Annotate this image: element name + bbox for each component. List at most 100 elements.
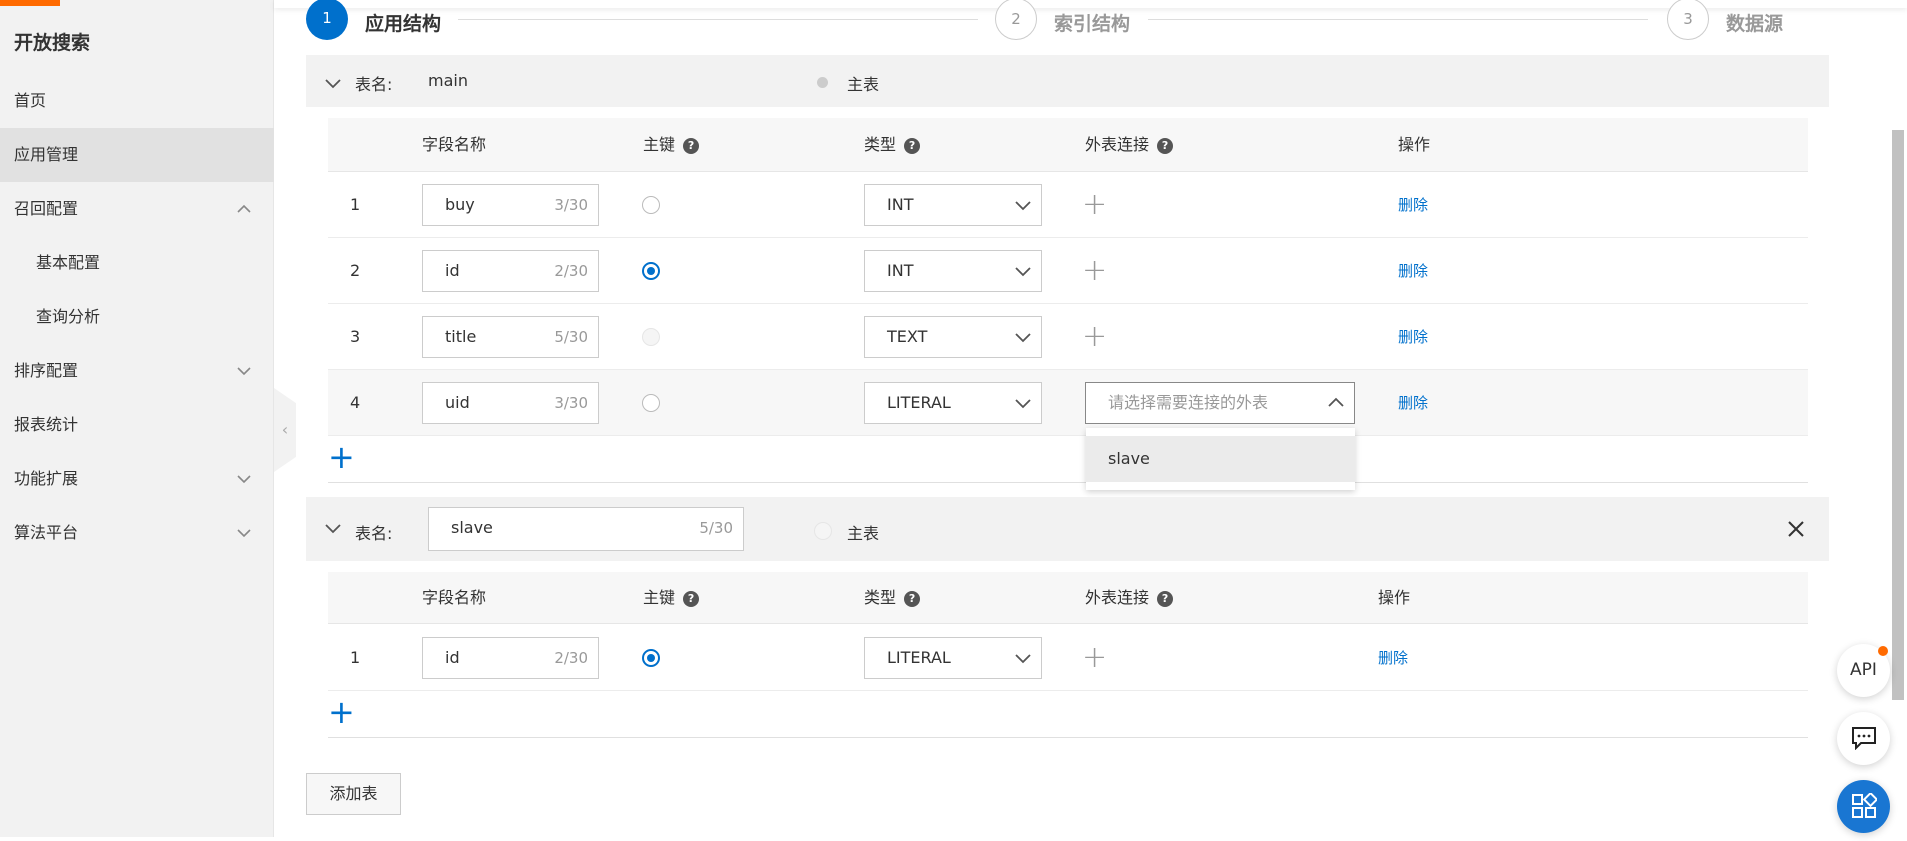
primary-key-radio[interactable] — [642, 649, 660, 667]
nav-reports[interactable]: 报表统计 — [0, 398, 274, 452]
col-foreign-link: 外表连接? — [1085, 572, 1174, 624]
col-primary-key: 主键? — [643, 118, 700, 172]
nav-label: 算法平台 — [14, 523, 79, 542]
field-name-input[interactable]: uid 3/30 — [422, 382, 599, 424]
type-select[interactable]: INT — [864, 250, 1042, 292]
col-label: 类型 — [864, 135, 897, 154]
field-name-input[interactable]: id 2/30 — [422, 250, 599, 292]
type-value: LITERAL — [887, 648, 951, 667]
add-field-row: + — [328, 692, 1808, 738]
char-count: 2/30 — [554, 649, 588, 667]
nav-query-analysis[interactable]: 查询分析 — [0, 290, 274, 344]
apps-grid-icon — [1851, 791, 1878, 818]
primary-table-label: 主表 — [847, 75, 880, 94]
step-2-label: 索引结构 — [1054, 13, 1131, 35]
chat-button[interactable] — [1837, 712, 1890, 765]
chevron-down-icon — [237, 529, 251, 538]
delete-link[interactable]: 删除 — [1398, 370, 1428, 436]
row-number: 3 — [350, 327, 361, 346]
help-icon[interactable]: ? — [1157, 590, 1174, 607]
dropdown-option-slave[interactable]: slave — [1086, 436, 1355, 482]
nav-label: 功能扩展 — [14, 469, 79, 488]
nav-label: 召回配置 — [14, 199, 79, 218]
field-name-input[interactable]: title 5/30 — [422, 316, 599, 358]
type-select[interactable]: LITERAL — [864, 382, 1042, 424]
chevron-down-icon — [1015, 399, 1031, 409]
field-name-input[interactable]: buy 3/30 — [422, 184, 599, 226]
main-table-header — [306, 55, 1829, 107]
col-operation: 操作 — [1398, 135, 1431, 154]
apps-button[interactable] — [1837, 780, 1890, 833]
col-label: 外表连接 — [1085, 135, 1150, 154]
type-select[interactable]: INT — [864, 184, 1042, 226]
type-value: INT — [887, 261, 914, 280]
top-shadow — [274, 0, 1907, 8]
add-table-button[interactable]: 添加表 — [306, 773, 401, 815]
primary-table-radio[interactable] — [817, 77, 828, 88]
main-table-name: main — [428, 71, 468, 90]
col-type: 类型? — [864, 118, 921, 172]
delete-link[interactable]: 删除 — [1398, 238, 1428, 304]
primary-table-label: 主表 — [847, 524, 880, 543]
table-row: 4 uid 3/30 LITERAL 删除 — [328, 370, 1808, 436]
col-operation: 操作 — [1378, 588, 1411, 607]
add-foreign-link-icon[interactable]: + — [1082, 643, 1107, 673]
type-value: LITERAL — [887, 393, 951, 412]
primary-key-radio[interactable] — [642, 328, 660, 346]
chevron-down-icon — [1015, 654, 1031, 664]
add-foreign-link-icon[interactable]: + — [1082, 322, 1107, 352]
field-value: uid — [445, 393, 470, 412]
help-icon[interactable]: ? — [904, 590, 921, 607]
nav-sort-config[interactable]: 排序配置 — [0, 344, 274, 398]
col-label: 主键 — [643, 135, 676, 154]
close-icon[interactable] — [1785, 518, 1807, 540]
api-button[interactable]: API — [1837, 644, 1890, 697]
primary-key-radio[interactable] — [642, 262, 660, 280]
sidebar-collapse-handle[interactable]: ‹ — [274, 388, 296, 472]
chevron-down-icon[interactable] — [324, 522, 342, 536]
nav-recall-config[interactable]: 召回配置 — [0, 182, 274, 236]
field-name-input[interactable]: id 2/30 — [422, 637, 599, 679]
add-field-icon[interactable]: + — [328, 441, 355, 473]
table-name-input[interactable]: slave 5/30 — [428, 507, 744, 551]
nav-algorithm-platform[interactable]: 算法平台 — [0, 506, 274, 560]
step-1-label: 应用结构 — [365, 13, 442, 35]
chevron-up-icon — [237, 204, 251, 213]
foreign-table-select[interactable]: 请选择需要连接的外表 — [1085, 382, 1355, 424]
chevron-down-icon — [1015, 333, 1031, 343]
col-label: 主键 — [643, 588, 676, 607]
row-number: 1 — [350, 195, 361, 214]
sidebar: 开放搜索 首页 应用管理 召回配置 基本配置 查询分析 排序配置 报表统计 功能… — [0, 0, 274, 837]
col-primary-key: 主键? — [643, 572, 700, 624]
step-3-circle: 3 — [1667, 0, 1709, 40]
primary-table-radio[interactable] — [814, 522, 832, 540]
scrollbar[interactable] — [1892, 130, 1904, 700]
delete-link[interactable]: 删除 — [1398, 172, 1428, 238]
nav-basic-config[interactable]: 基本配置 — [0, 236, 274, 290]
type-select[interactable]: LITERAL — [864, 637, 1042, 679]
col-label: 外表连接 — [1085, 588, 1150, 607]
primary-key-radio[interactable] — [642, 196, 660, 214]
delete-link[interactable]: 删除 — [1398, 304, 1428, 370]
delete-link[interactable]: 删除 — [1378, 625, 1408, 691]
help-icon[interactable]: ? — [683, 590, 700, 607]
type-value: INT — [887, 195, 914, 214]
help-icon[interactable]: ? — [1157, 137, 1174, 154]
nav-extensions[interactable]: 功能扩展 — [0, 452, 274, 506]
row-number: 1 — [350, 648, 361, 667]
char-count: 3/30 — [554, 394, 588, 412]
nav-home[interactable]: 首页 — [0, 74, 274, 128]
field-value: id — [445, 648, 460, 667]
col-foreign-link: 外表连接? — [1085, 118, 1174, 172]
add-foreign-link-icon[interactable]: + — [1082, 256, 1107, 286]
add-field-row: + — [328, 437, 1808, 483]
type-select[interactable]: TEXT — [864, 316, 1042, 358]
chevron-down-icon[interactable] — [324, 77, 342, 91]
help-icon[interactable]: ? — [904, 137, 921, 154]
slave-column-header: 字段名称 主键? 类型? 外表连接? 操作 — [328, 572, 1808, 624]
primary-key-radio[interactable] — [642, 394, 660, 412]
nav-app-management[interactable]: 应用管理 — [0, 128, 274, 182]
help-icon[interactable]: ? — [683, 137, 700, 154]
add-field-icon[interactable]: + — [328, 696, 355, 728]
add-foreign-link-icon[interactable]: + — [1082, 190, 1107, 220]
